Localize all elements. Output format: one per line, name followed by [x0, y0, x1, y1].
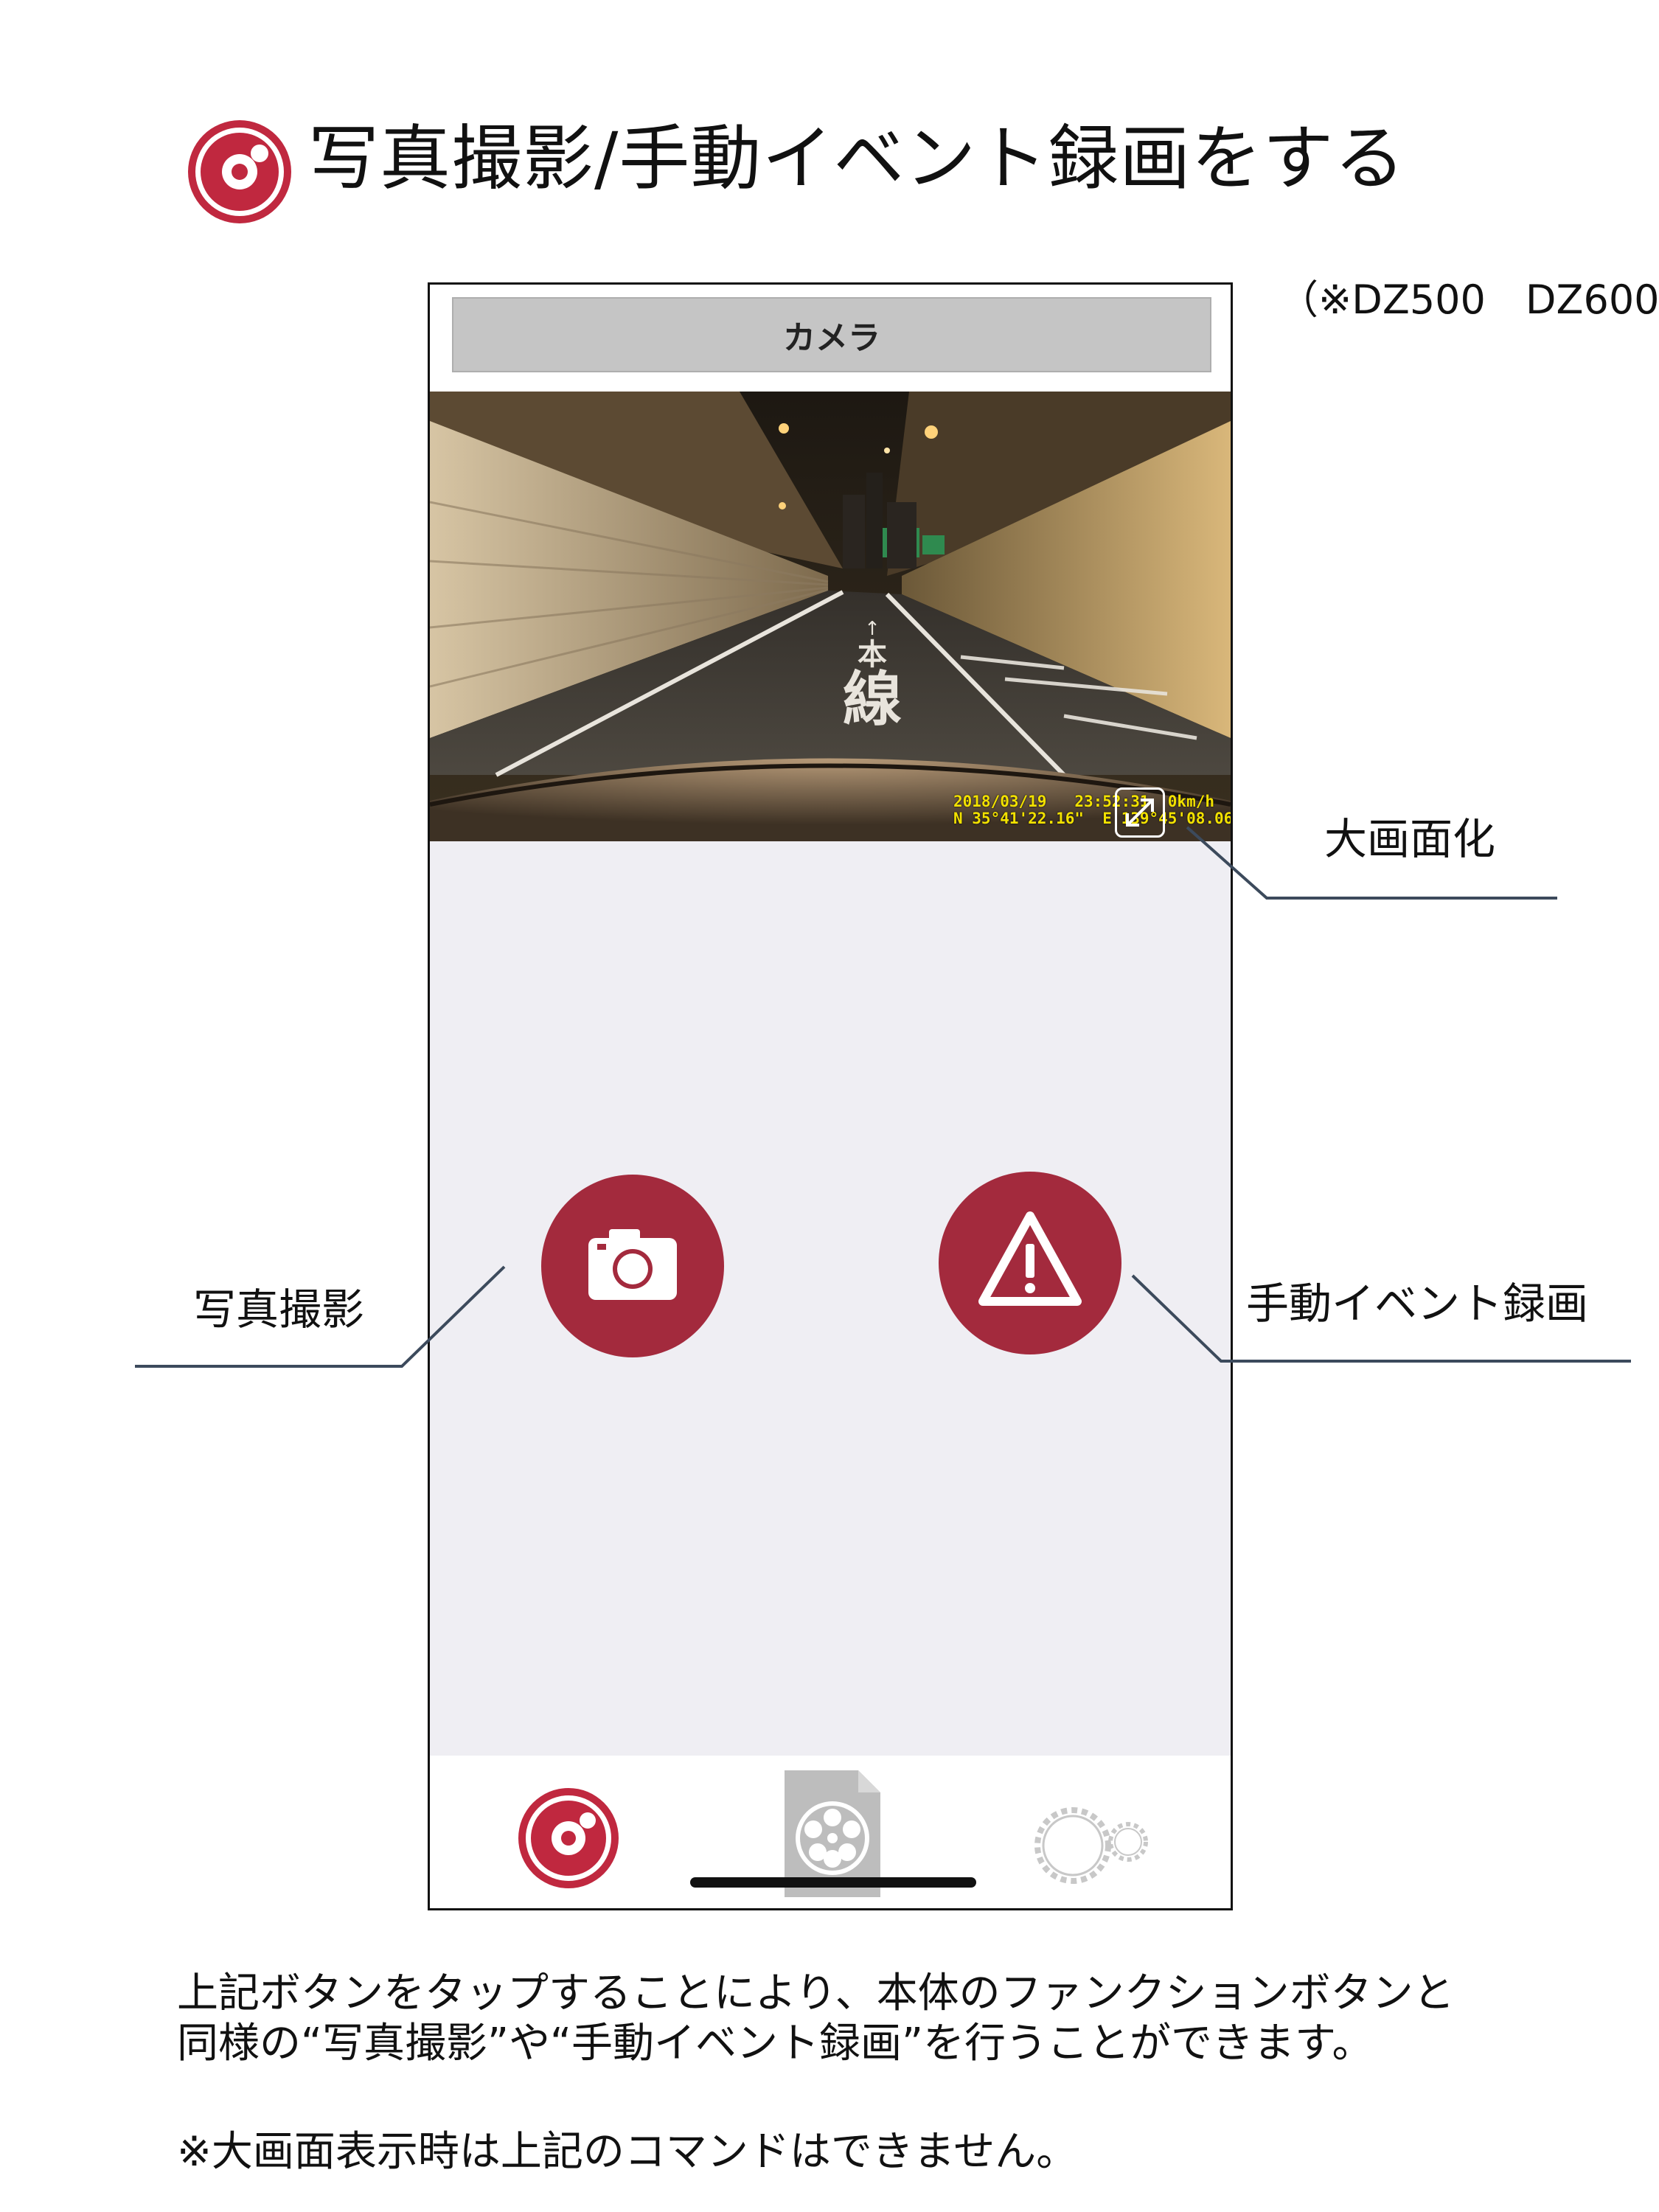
- timestamp-line-2: N 35°41'22.16" E 139°45'08.06": [953, 810, 1231, 827]
- description-line-1: 上記ボタンをタップすることにより、本体のファンクションボタンと: [177, 1969, 1455, 2017]
- warning-triangle-icon: [978, 1211, 1082, 1306]
- camera-icon: [588, 1229, 677, 1300]
- camera-timestamp: 2018/03/19 23:52:31 0km/h N 35°41'22.16" …: [953, 793, 1231, 827]
- top-bar: カメラ: [430, 285, 1231, 392]
- model-note: （※DZ500 DZ600）: [1279, 276, 1659, 323]
- page-title: 写真撮影/手動イベント録画をする: [308, 117, 1406, 200]
- home-indicator: [690, 1877, 976, 1888]
- manual-event-record-button[interactable]: [939, 1172, 1121, 1354]
- camera-lens-icon[interactable]: [517, 1787, 620, 1890]
- callout-photo: 写真撮影: [193, 1284, 365, 1335]
- callout-enlarge: 大画面化: [1324, 814, 1496, 864]
- camera-lens-icon: [186, 118, 293, 226]
- footnote: ※大画面表示時は上記のコマンドはできません。: [177, 2128, 1078, 2176]
- callout-event: 手動イベント録画: [1246, 1279, 1589, 1329]
- screen-title: カメラ: [452, 297, 1211, 372]
- description-line-2: 同様の“写真撮影”や“手動イベント録画”を行うことができます。: [177, 2020, 1374, 2067]
- gear-icon[interactable]: [1029, 1779, 1155, 1897]
- timestamp-line-1: 2018/03/19 23:52:31 0km/h: [953, 793, 1215, 810]
- road-marking-bottom: 線: [843, 665, 902, 734]
- road-arrow: ↑: [864, 618, 880, 640]
- camera-preview[interactable]: ↑ 本 線 2018/03/19 23:52:31 0km/h N 35°41'2…: [430, 392, 1231, 841]
- description: 上記ボタンをタップすることにより、本体のファンクションボタンと 同様の“写真撮影…: [177, 1969, 1455, 2069]
- phone-screen: カメラ ↑ 本 線 2018/03/19 23:52:31 0km/h N 35…: [428, 282, 1233, 1910]
- photo-capture-button[interactable]: [541, 1175, 724, 1357]
- bottom-nav: [430, 1756, 1231, 1908]
- expand-arrow-icon[interactable]: [1115, 787, 1165, 838]
